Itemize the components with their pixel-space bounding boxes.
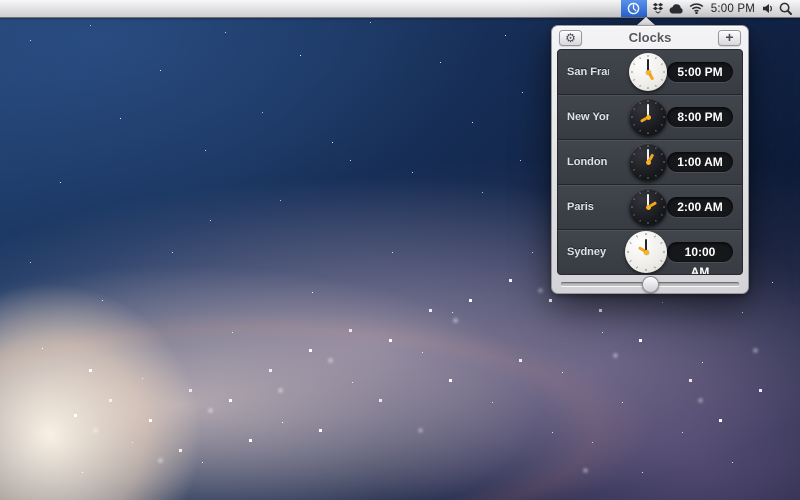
clock-icon: [627, 2, 640, 15]
city-label: San Francisco: [567, 66, 609, 78]
analog-clock-icon: [629, 143, 667, 181]
clock-row-paris[interactable]: Paris 2:00 AM: [558, 184, 742, 229]
add-clock-button[interactable]: +: [718, 30, 741, 46]
clock-center-dot: [646, 70, 651, 75]
menu-bar: 5:00 PM: [0, 0, 800, 18]
clock-center-dot: [646, 115, 651, 120]
analog-clock-icon: [629, 98, 667, 136]
menubar-volume-item[interactable]: [762, 0, 774, 17]
clock-row-new-york[interactable]: New York 8:00 PM: [558, 94, 742, 139]
city-label: Paris: [567, 201, 609, 213]
menubar-wifi-item[interactable]: [689, 0, 704, 17]
time-badge: 2:00 AM: [667, 197, 733, 217]
time-badge: 5:00 PM: [667, 62, 733, 82]
analog-clock-icon: [629, 53, 667, 91]
plus-icon: +: [725, 30, 733, 44]
popover-footer: [552, 275, 748, 293]
clock-row-sydney[interactable]: Sydney 10:00 AM: [558, 229, 742, 274]
menubar-clocks-item-selected[interactable]: [621, 0, 647, 17]
menubar-time[interactable]: 5:00 PM: [709, 0, 757, 17]
popover-window: ⚙ Clocks + San Francisco 5:00 PM New Yor…: [551, 25, 749, 294]
time-badge: 10:00 AM: [667, 242, 733, 262]
analog-clock-icon: [629, 188, 667, 226]
popover-title: Clocks: [629, 30, 672, 45]
dropbox-icon: [652, 2, 664, 15]
city-label: Sydney: [567, 246, 609, 258]
clock-center-dot: [646, 205, 651, 210]
slider-thumb[interactable]: [642, 276, 659, 293]
menu-bar-status-items: 5:00 PM: [621, 0, 792, 17]
clock-center-dot: [644, 250, 649, 255]
wifi-icon: [689, 3, 704, 14]
clock-center-dot: [646, 160, 651, 165]
time-badge: 8:00 PM: [667, 107, 733, 127]
time-slider[interactable]: [561, 275, 739, 293]
popover-header: ⚙ Clocks +: [552, 26, 748, 49]
time-badge: 1:00 AM: [667, 152, 733, 172]
city-label: London: [567, 156, 609, 168]
menubar-dropbox-item[interactable]: [652, 0, 664, 17]
clock-row-san-francisco[interactable]: San Francisco 5:00 PM: [558, 50, 742, 94]
popover-arrow: [637, 17, 655, 25]
spotlight-icon: [779, 2, 792, 15]
city-label: New York: [567, 111, 609, 123]
clock-list: San Francisco 5:00 PM New York 8:00 PM: [557, 49, 743, 275]
cloud-icon: [669, 3, 684, 14]
settings-button[interactable]: ⚙: [559, 30, 582, 46]
clock-row-london[interactable]: London 1:00 AM: [558, 139, 742, 184]
volume-icon: [762, 3, 774, 14]
menubar-cloud-item[interactable]: [669, 0, 684, 17]
gear-icon: ⚙: [565, 32, 576, 44]
menubar-spotlight-item[interactable]: [779, 0, 792, 17]
analog-clock-icon: [625, 231, 667, 273]
